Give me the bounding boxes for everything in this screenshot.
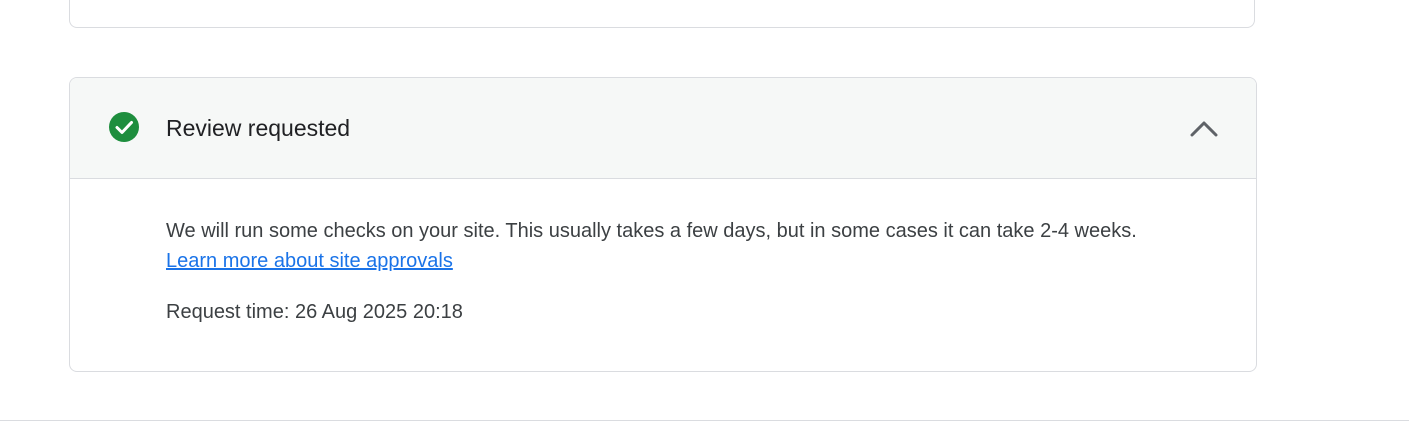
request-time: Request time: 26 Aug 2025 20:18 <box>166 297 1166 327</box>
request-time-value: 26 Aug 2025 20:18 <box>294 301 463 323</box>
previous-card <box>69 0 1255 28</box>
review-requested-card: Review requested We will run some checks… <box>69 77 1257 372</box>
check-circle-icon <box>108 111 140 143</box>
bottom-divider <box>0 420 1409 421</box>
card-body: We will run some checks on your site. Th… <box>166 216 1166 327</box>
chevron-up-icon <box>1190 121 1218 137</box>
collapse-button[interactable] <box>1190 114 1218 142</box>
card-header[interactable]: Review requested <box>70 78 1256 179</box>
description-text: We will run some checks on your site. Th… <box>166 216 1166 276</box>
request-time-label: Request time: <box>166 301 290 323</box>
learn-more-link[interactable]: Learn more about site approvals <box>166 250 453 272</box>
card-title: Review requested <box>166 115 351 141</box>
description: We will run some checks on your site. Th… <box>166 220 1137 242</box>
